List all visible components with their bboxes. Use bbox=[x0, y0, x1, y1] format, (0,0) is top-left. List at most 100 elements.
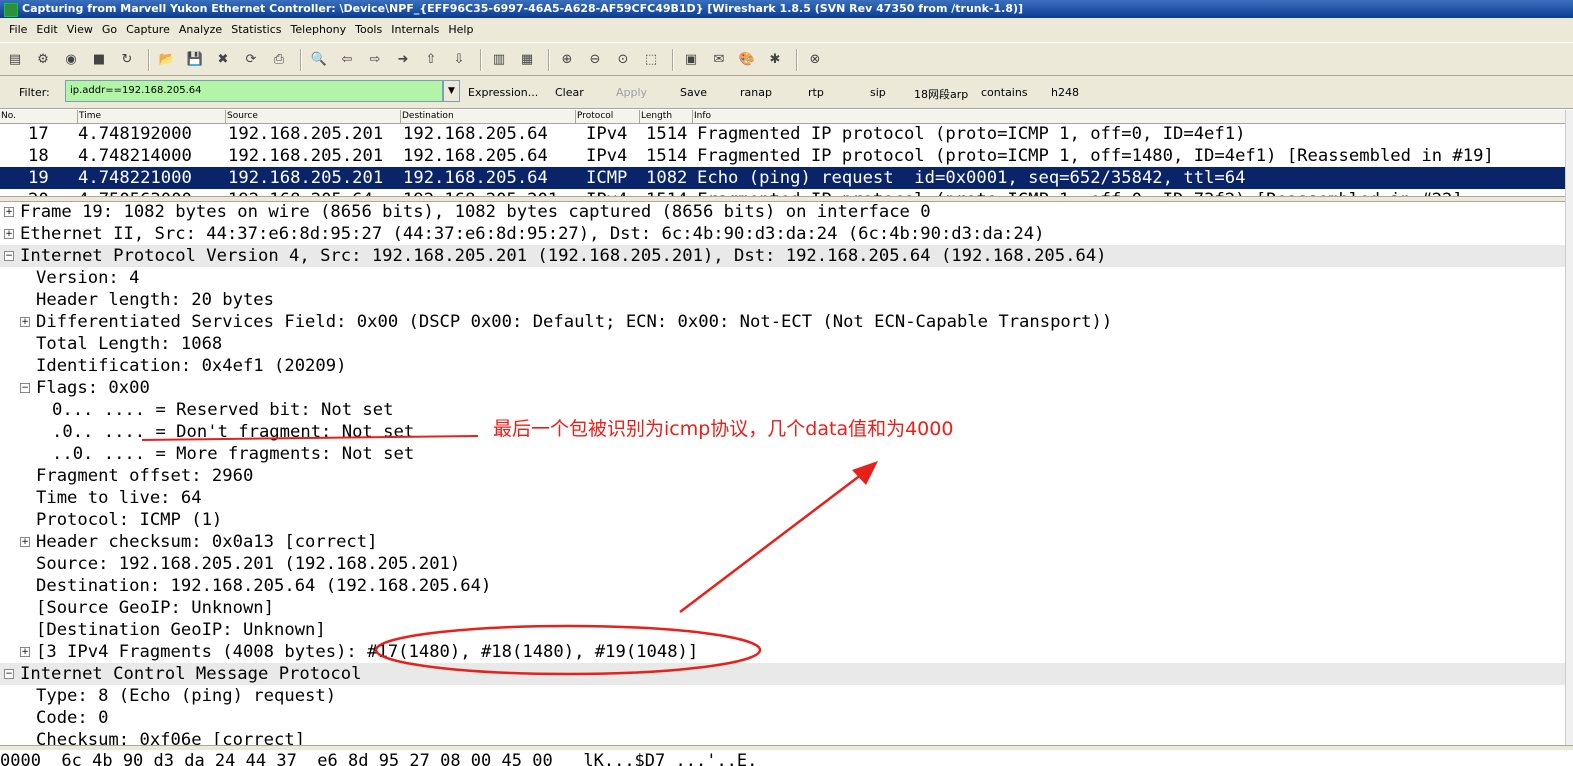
detail-text: Protocol: ICMP (1) bbox=[36, 510, 223, 530]
menu-file[interactable]: File bbox=[0, 18, 27, 42]
menu-statistics[interactable]: Statistics bbox=[222, 18, 281, 42]
filter-button-h248[interactable]: h248 bbox=[1051, 86, 1079, 99]
column-header-time[interactable]: Time bbox=[77, 110, 101, 123]
packet-row[interactable]: 19 4.748221000 192.168.205.201 192.168.205.… bbox=[0, 167, 1565, 189]
close-file-icon[interactable]: ✖ bbox=[214, 51, 232, 69]
detail-tree-item[interactable]: [Destination GeoIP: Unknown] bbox=[0, 619, 1565, 641]
detail-tree-item[interactable]: + [3 IPv4 Fragments (4008 bytes): #17(148… bbox=[0, 641, 1565, 663]
expand-icon[interactable]: + bbox=[4, 229, 14, 239]
help-icon[interactable]: ⊗ bbox=[806, 51, 824, 69]
detail-tree-item[interactable]: − Internet Control Message Protocol bbox=[0, 663, 1565, 685]
interface-list-icon[interactable]: ▤ bbox=[6, 51, 24, 69]
expression-button[interactable]: Expression... bbox=[468, 86, 538, 99]
capture-options-icon[interactable]: ⚙ bbox=[34, 51, 52, 69]
menu-view[interactable]: View bbox=[58, 18, 93, 42]
packet-row[interactable]: 20 4.750563000 192.168.205.64 192.168.205.2… bbox=[0, 189, 1565, 196]
display-filter-input[interactable]: ip.addr==192.168.205.64 bbox=[65, 80, 443, 102]
detail-tree-item[interactable]: + Differentiated Services Field: 0x00 (DS… bbox=[0, 311, 1565, 333]
filter-button-rtp[interactable]: rtp bbox=[808, 86, 824, 99]
display-filters-icon[interactable]: ✉ bbox=[710, 51, 728, 69]
collapse-icon[interactable]: − bbox=[4, 669, 14, 679]
clear-button[interactable]: Clear bbox=[555, 86, 584, 99]
packet-row[interactable]: 18 4.748214000 192.168.205.201 192.168.205.… bbox=[0, 145, 1565, 167]
detail-tree-item[interactable]: Destination: 192.168.205.64 (192.168.205… bbox=[0, 575, 1565, 597]
column-header-info[interactable]: Info bbox=[692, 110, 711, 123]
menu-edit[interactable]: Edit bbox=[27, 18, 57, 42]
detail-tree-item[interactable]: Time to live: 64 bbox=[0, 487, 1565, 509]
go-back-icon[interactable]: ⇦ bbox=[338, 51, 356, 69]
packet-cell-proto: ICMP bbox=[586, 168, 628, 188]
packet-row[interactable]: 17 4.748192000 192.168.205.201 192.168.205.… bbox=[0, 123, 1565, 145]
detail-tree-item[interactable]: Fragment offset: 2960 bbox=[0, 465, 1565, 487]
preferences-icon[interactable]: ✱ bbox=[766, 51, 784, 69]
detail-tree-item[interactable]: + Ethernet II, Src: 44:37:e6:8d:95:27 (44… bbox=[0, 223, 1565, 245]
zoom-out-icon[interactable]: ⊖ bbox=[586, 51, 604, 69]
detail-text: Version: 4 bbox=[36, 268, 140, 288]
filter-button-18-arp[interactable]: 18网段arp bbox=[914, 86, 968, 102]
colorize-icon[interactable]: ▥ bbox=[490, 51, 508, 69]
save-button[interactable]: Save bbox=[680, 86, 707, 99]
expand-icon[interactable]: + bbox=[20, 537, 30, 547]
restart-capture-icon[interactable]: ↻ bbox=[118, 51, 136, 69]
menu-help[interactable]: Help bbox=[439, 18, 473, 42]
expand-icon[interactable]: + bbox=[4, 207, 14, 217]
collapse-icon[interactable]: − bbox=[4, 251, 14, 261]
start-capture-icon[interactable]: ◉ bbox=[62, 51, 80, 69]
detail-tree-item[interactable]: Version: 4 bbox=[0, 267, 1565, 289]
column-header-protocol[interactable]: Protocol bbox=[575, 110, 613, 123]
detail-tree-item[interactable]: − Flags: 0x00 bbox=[0, 377, 1565, 399]
autoscroll-icon[interactable]: ▦ bbox=[518, 51, 536, 69]
menu-analyze[interactable]: Analyze bbox=[170, 18, 222, 42]
filter-button-contains[interactable]: contains bbox=[981, 86, 1028, 99]
zoom-normal-icon[interactable]: ⊙ bbox=[614, 51, 632, 69]
open-file-icon[interactable]: 📂 bbox=[158, 51, 176, 69]
detail-tree-item[interactable]: Checksum: 0xf06e [correct] bbox=[0, 729, 1565, 745]
detail-tree-item[interactable]: ..0. .... = More fragments: Not set bbox=[0, 443, 1565, 465]
filter-button-ranap[interactable]: ranap bbox=[740, 86, 772, 99]
resize-columns-icon[interactable]: ⬚ bbox=[642, 51, 660, 69]
column-header-source[interactable]: Source bbox=[225, 110, 258, 123]
capture-filters-icon[interactable]: ▣ bbox=[682, 51, 700, 69]
detail-tree-item[interactable]: Header length: 20 bytes bbox=[0, 289, 1565, 311]
detail-tree-item[interactable]: + Header checksum: 0x0a13 [correct] bbox=[0, 531, 1565, 553]
collapse-icon[interactable]: − bbox=[20, 383, 30, 393]
save-file-icon[interactable]: 💾 bbox=[186, 51, 204, 69]
coloring-rules-icon[interactable]: 🎨 bbox=[738, 51, 756, 69]
packet-bytes-pane: 0000 6c 4b 90 d3 da 24 44 37 e6 8d 95 27… bbox=[0, 751, 758, 766]
filter-button-sip[interactable]: sip bbox=[870, 86, 886, 99]
zoom-in-icon[interactable]: ⊕ bbox=[558, 51, 576, 69]
detail-tree-item[interactable]: [Source GeoIP: Unknown] bbox=[0, 597, 1565, 619]
go-forward-icon[interactable]: ⇨ bbox=[366, 51, 384, 69]
detail-tree-item[interactable]: Protocol: ICMP (1) bbox=[0, 509, 1565, 531]
toolbar-separator bbox=[148, 49, 150, 71]
menu-internals[interactable]: Internals bbox=[382, 18, 439, 42]
reload-icon[interactable]: ⟳ bbox=[242, 51, 260, 69]
vertical-scrollbar[interactable] bbox=[1565, 110, 1573, 745]
filter-dropdown-button[interactable]: ▼ bbox=[443, 80, 460, 102]
detail-tree-item[interactable]: Identification: 0x4ef1 (20209) bbox=[0, 355, 1565, 377]
detail-tree-item[interactable]: − Internet Protocol Version 4, Src: 192.1… bbox=[0, 245, 1565, 267]
apply-button[interactable]: Apply bbox=[616, 86, 647, 99]
expand-icon[interactable]: + bbox=[20, 647, 30, 657]
expand-icon[interactable]: + bbox=[20, 317, 30, 327]
menu-capture[interactable]: Capture bbox=[117, 18, 170, 42]
go-first-icon[interactable]: ⇧ bbox=[422, 51, 440, 69]
menu-go[interactable]: Go bbox=[93, 18, 117, 42]
detail-tree-item[interactable]: Source: 192.168.205.201 (192.168.205.201… bbox=[0, 553, 1565, 575]
detail-tree-item[interactable]: Total Length: 1068 bbox=[0, 333, 1565, 355]
print-icon[interactable]: ⎙ bbox=[270, 51, 288, 69]
menu-telephony[interactable]: Telephony bbox=[282, 18, 347, 42]
detail-tree-item[interactable]: Type: 8 (Echo (ping) request) bbox=[0, 685, 1565, 707]
column-header-length[interactable]: Length bbox=[639, 110, 672, 123]
go-last-icon[interactable]: ⇩ bbox=[450, 51, 468, 69]
stop-capture-icon[interactable]: ■ bbox=[90, 51, 108, 69]
window-title: Capturing from Marvell Yukon Ethernet Co… bbox=[22, 2, 1024, 15]
detail-tree-item[interactable]: Code: 0 bbox=[0, 707, 1565, 729]
column-header-destination[interactable]: Destination bbox=[400, 110, 454, 123]
detail-text: .0.. .... = Don't fragment: Not set bbox=[52, 422, 415, 442]
find-icon[interactable]: 🔍 bbox=[310, 51, 328, 69]
menu-tools[interactable]: Tools bbox=[346, 18, 382, 42]
detail-tree-item[interactable]: + Frame 19: 1082 bytes on wire (8656 bits… bbox=[0, 201, 1565, 223]
go-to-packet-icon[interactable]: ➜ bbox=[394, 51, 412, 69]
column-header-no[interactable]: No. bbox=[0, 110, 16, 123]
